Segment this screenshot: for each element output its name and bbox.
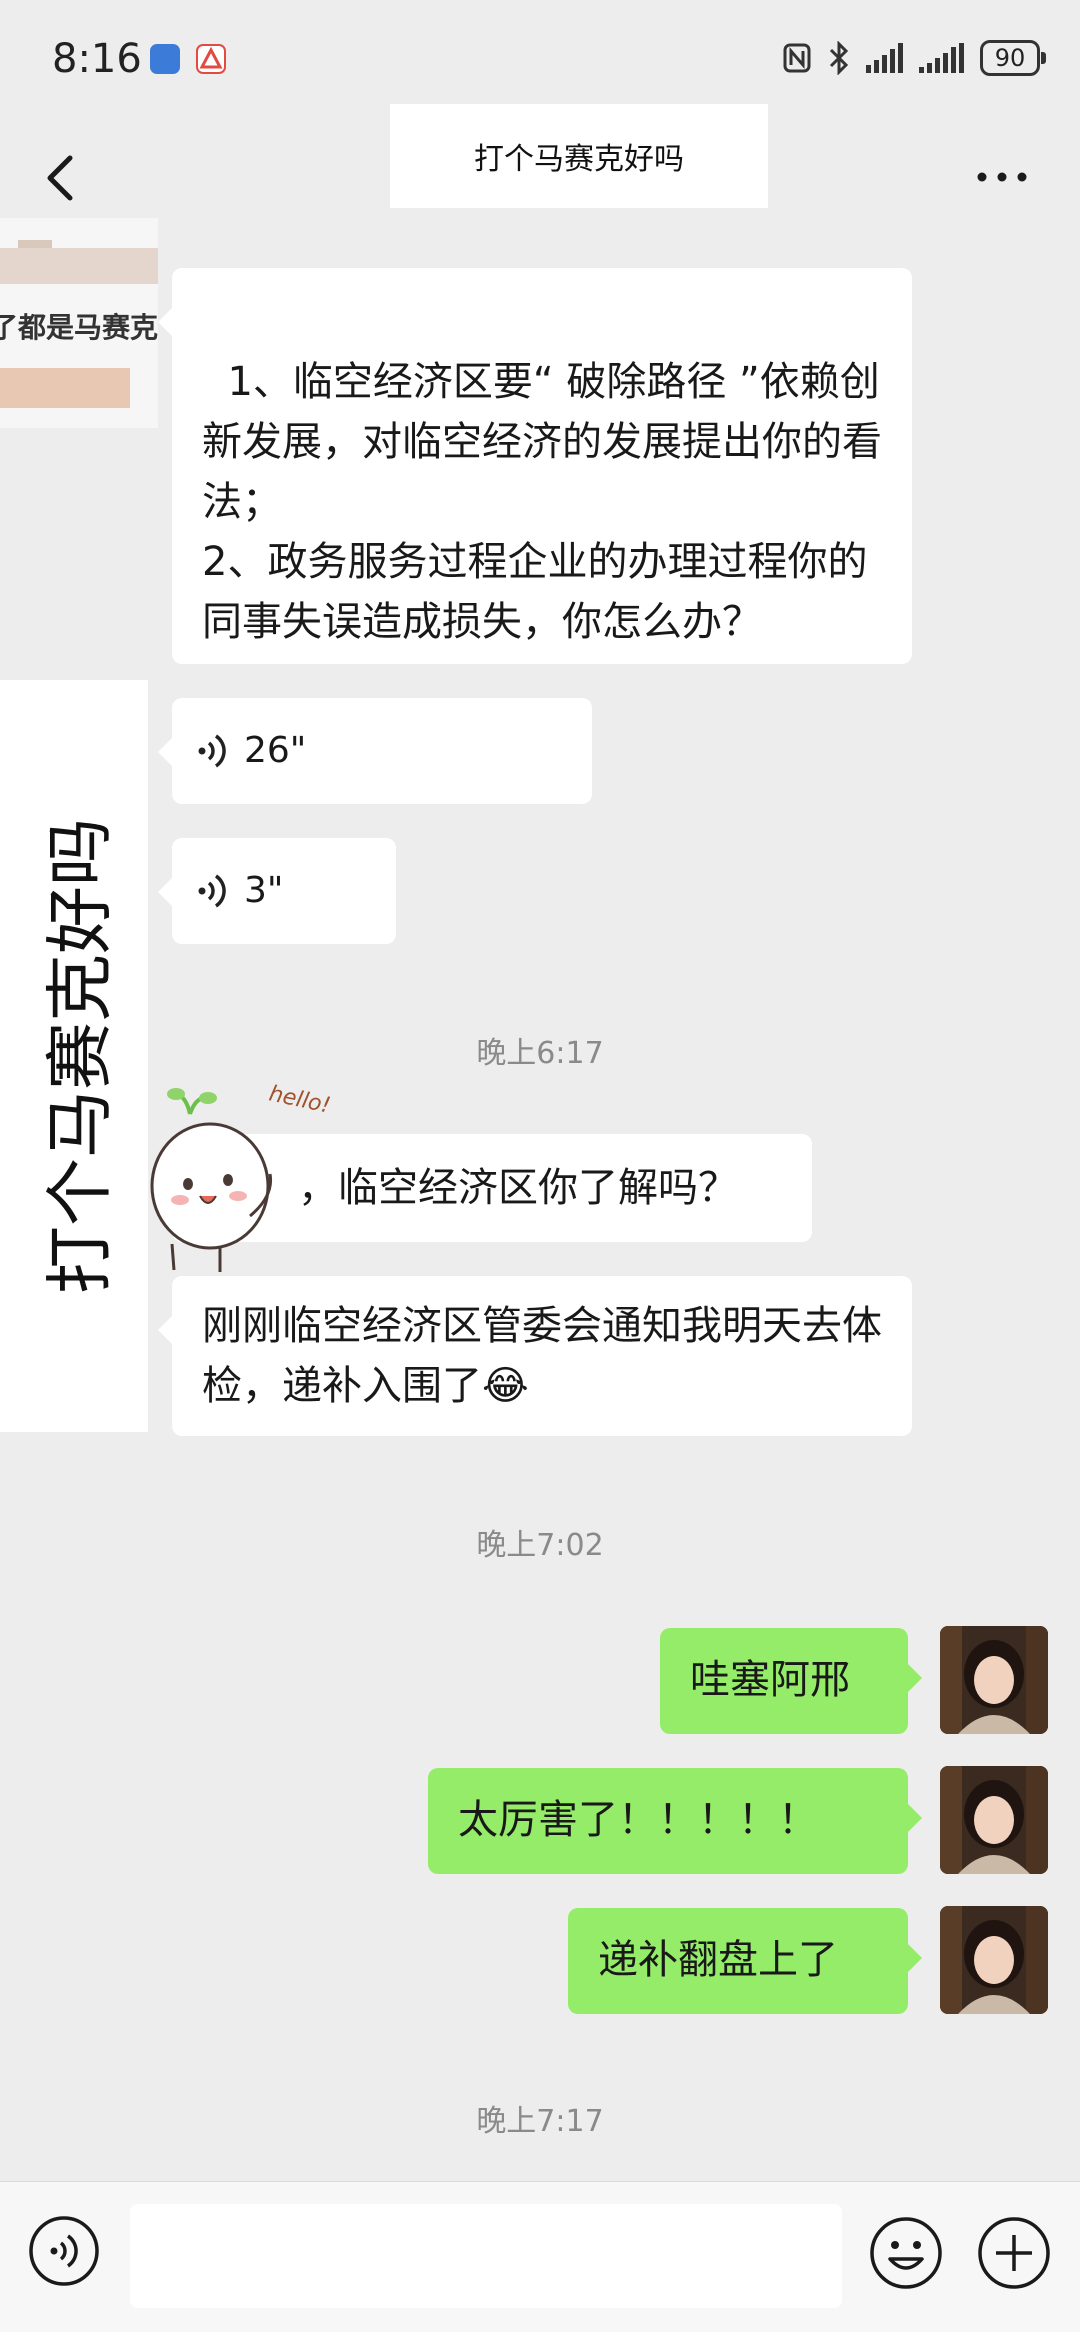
signal-icon-2 xyxy=(919,43,964,73)
voice-message[interactable]: 26" xyxy=(158,698,592,804)
more-dots-icon xyxy=(977,172,1027,182)
back-button[interactable] xyxy=(38,148,88,208)
app-notification-icon-red xyxy=(196,44,226,74)
hello-text: hello! xyxy=(267,1081,330,1118)
more-options-button[interactable] xyxy=(972,152,1032,202)
mosaic-sticker-top: 了都是马赛克 xyxy=(0,218,158,428)
plus-icon xyxy=(978,2217,1050,2289)
bluetooth-icon xyxy=(829,41,849,75)
message-input[interactable] xyxy=(130,2204,842,2308)
message-text: ，临空经济区你了解吗？ xyxy=(298,1165,738,1211)
timestamp: 晚上7:02 xyxy=(476,1528,604,1563)
timestamp: 晚上7:17 xyxy=(476,2104,604,2139)
avatar[interactable] xyxy=(940,1766,1048,1874)
sticker-top-text: 了都是马赛克 xyxy=(0,311,158,344)
status-icons: 90 xyxy=(782,40,1046,76)
voice-duration: 3" xyxy=(244,870,284,911)
app-notification-icon xyxy=(150,44,180,74)
message-text: 1、临空经济区要“ 破除路径 ”依赖创新发展，对临空经济的发展提出你的看法； 2… xyxy=(202,359,882,645)
voice-wave-icon xyxy=(198,874,226,908)
sent-message-bubble[interactable]: 哇塞阿邢 xyxy=(660,1628,922,1734)
chat-title: 打个马赛克好吗 xyxy=(390,104,768,208)
voice-message[interactable]: 3" xyxy=(158,838,396,944)
smiley-icon xyxy=(870,2217,942,2289)
message-text: 刚刚临空经济区管委会通知我明天去体检，递补入围了😂 xyxy=(202,1303,882,1409)
voice-input-button[interactable] xyxy=(28,2215,100,2287)
voice-duration: 26" xyxy=(244,730,307,771)
voice-wave-icon xyxy=(198,734,226,768)
more-functions-button[interactable] xyxy=(976,2215,1052,2291)
message-text: 递补翻盘上了 xyxy=(598,1937,838,1983)
hello-sticker: hello! xyxy=(150,1066,333,1276)
message-bubble[interactable]: 刚刚临空经济区管委会通知我明天去体检，递补入围了😂 xyxy=(158,1276,912,1436)
battery-indicator: 90 xyxy=(980,40,1046,76)
signal-icon xyxy=(866,43,903,73)
sent-message-bubble[interactable]: 递补翻盘上了 xyxy=(568,1908,922,2014)
nfc-icon xyxy=(783,43,811,73)
message-text: 哇塞阿邢 xyxy=(690,1657,850,1703)
message-bubble[interactable]: 1、临空经济区要“ 破除路径 ”依赖创新发展，对临空经济的发展提出你的看法； 2… xyxy=(158,268,912,664)
message-text: 太厉害了！！！！！ xyxy=(458,1797,818,1843)
avatar[interactable] xyxy=(940,1626,1048,1734)
sent-message-bubble[interactable]: 太厉害了！！！！！ xyxy=(428,1768,922,1874)
emoji-button[interactable] xyxy=(868,2215,944,2291)
avatar[interactable] xyxy=(940,1906,1048,2014)
chevron-left-icon xyxy=(47,155,73,201)
status-time: 8:16 xyxy=(52,36,142,82)
voice-wave-icon xyxy=(29,2216,99,2286)
